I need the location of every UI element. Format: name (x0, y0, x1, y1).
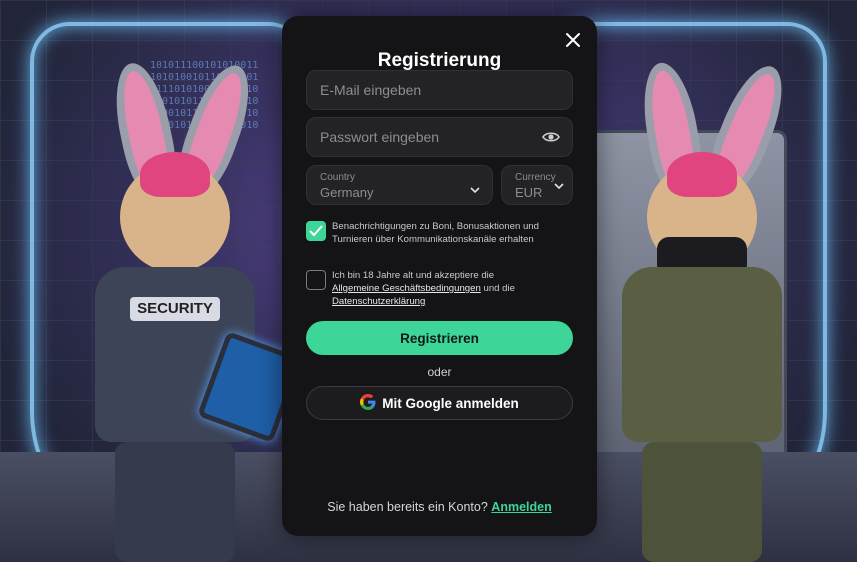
soldier-bunny-right (607, 42, 797, 562)
close-icon[interactable] (563, 30, 583, 50)
country-value: Germany (320, 185, 374, 200)
chevron-down-icon (470, 181, 480, 194)
currency-label: Currency (515, 172, 556, 183)
country-select[interactable]: Country Germany (306, 165, 493, 205)
age-consent-text: Ich bin 18 Jahre alt und akzeptiere die … (332, 269, 567, 308)
security-bunny-left: SECURITY (80, 42, 303, 562)
or-divider: oder (427, 365, 452, 379)
login-link[interactable]: Anmelden (491, 500, 551, 514)
registration-modal: Registrierung Country Germany Currency E… (282, 16, 597, 536)
login-prompt: Sie haben bereits ein Konto? Anmelden (282, 500, 597, 514)
notifications-consent-row: Benachrichtigungen zu Boni, Bonusaktione… (306, 221, 573, 261)
login-prompt-text: Sie haben bereits ein Konto? (327, 500, 488, 514)
bunny-legs (642, 442, 762, 562)
modal-title: Registrierung (377, 50, 502, 71)
bunny-legs (115, 442, 235, 562)
currency-select[interactable]: Currency EUR (501, 165, 573, 205)
and-text: und die (483, 283, 515, 294)
google-icon (360, 393, 376, 413)
age-terms-checkbox[interactable] (306, 270, 326, 290)
bunny-armor (622, 267, 782, 442)
password-field[interactable] (307, 118, 572, 156)
email-field[interactable] (307, 71, 572, 109)
notifications-consent-text: Benachrichtigungen zu Boni, Bonusaktione… (332, 221, 539, 245)
terms-link[interactable]: Allgemeine Geschäftsbedingungen (332, 283, 481, 294)
google-button-label: Mit Google anmelden (382, 395, 519, 411)
privacy-link[interactable]: Datenschutzerklärung (332, 296, 425, 307)
register-button[interactable]: Registrieren (306, 321, 573, 355)
eye-icon[interactable] (542, 129, 560, 145)
password-field-wrapper (306, 117, 573, 157)
chevron-down-icon (554, 177, 564, 190)
security-badge: SECURITY (130, 297, 220, 321)
currency-value: EUR (515, 185, 543, 200)
notifications-checkbox[interactable] (306, 221, 326, 241)
bunny-hair (140, 152, 210, 197)
bunny-hair (667, 152, 737, 197)
country-label: Country (320, 172, 356, 183)
age-consent-row: Ich bin 18 Jahre alt und akzeptiere die … (306, 270, 573, 310)
age-consent-prefix: Ich bin 18 Jahre alt und akzeptiere die (332, 270, 495, 281)
email-field-wrapper (306, 70, 573, 110)
google-login-button[interactable]: Mit Google anmelden (306, 386, 573, 420)
